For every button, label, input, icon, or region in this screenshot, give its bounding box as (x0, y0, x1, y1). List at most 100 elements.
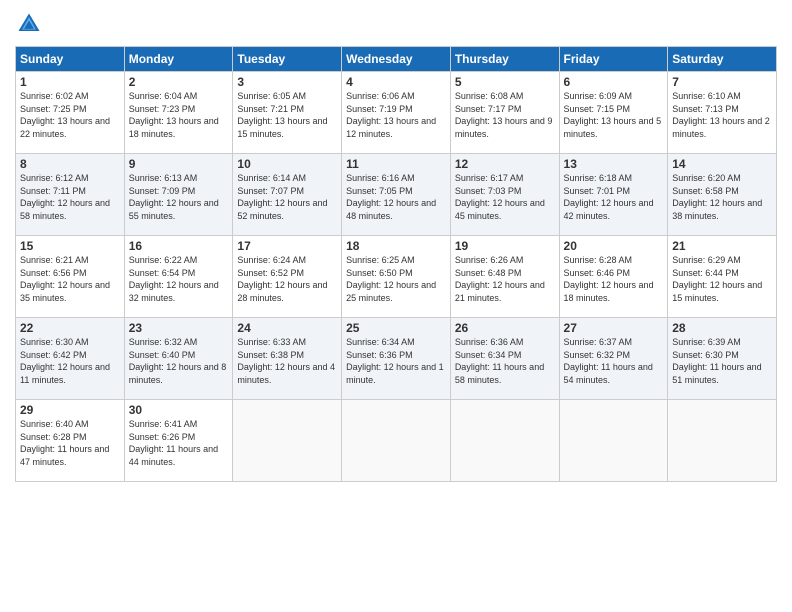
day-info: Sunrise: 6:40 AMSunset: 6:28 PMDaylight:… (20, 419, 109, 467)
calendar-cell: 27 Sunrise: 6:37 AMSunset: 6:32 PMDaylig… (559, 318, 668, 400)
calendar-cell (668, 400, 777, 482)
day-number: 8 (20, 157, 120, 171)
calendar-cell: 12 Sunrise: 6:17 AMSunset: 7:03 PMDaylig… (450, 154, 559, 236)
day-number: 13 (564, 157, 664, 171)
day-info: Sunrise: 6:20 AMSunset: 6:58 PMDaylight:… (672, 173, 762, 221)
calendar-table: SundayMondayTuesdayWednesdayThursdayFrid… (15, 46, 777, 482)
day-number: 24 (237, 321, 337, 335)
day-number: 12 (455, 157, 555, 171)
calendar-cell: 13 Sunrise: 6:18 AMSunset: 7:01 PMDaylig… (559, 154, 668, 236)
day-number: 21 (672, 239, 772, 253)
day-info: Sunrise: 6:39 AMSunset: 6:30 PMDaylight:… (672, 337, 761, 385)
day-header-thursday: Thursday (450, 47, 559, 72)
calendar-cell: 15 Sunrise: 6:21 AMSunset: 6:56 PMDaylig… (16, 236, 125, 318)
day-info: Sunrise: 6:12 AMSunset: 7:11 PMDaylight:… (20, 173, 110, 221)
calendar-cell: 3 Sunrise: 6:05 AMSunset: 7:21 PMDayligh… (233, 72, 342, 154)
day-info: Sunrise: 6:24 AMSunset: 6:52 PMDaylight:… (237, 255, 327, 303)
day-header-friday: Friday (559, 47, 668, 72)
day-number: 23 (129, 321, 229, 335)
day-info: Sunrise: 6:29 AMSunset: 6:44 PMDaylight:… (672, 255, 762, 303)
calendar-cell: 5 Sunrise: 6:08 AMSunset: 7:17 PMDayligh… (450, 72, 559, 154)
day-number: 28 (672, 321, 772, 335)
day-info: Sunrise: 6:26 AMSunset: 6:48 PMDaylight:… (455, 255, 545, 303)
day-header-saturday: Saturday (668, 47, 777, 72)
calendar-cell: 14 Sunrise: 6:20 AMSunset: 6:58 PMDaylig… (668, 154, 777, 236)
calendar-cell: 7 Sunrise: 6:10 AMSunset: 7:13 PMDayligh… (668, 72, 777, 154)
day-info: Sunrise: 6:04 AMSunset: 7:23 PMDaylight:… (129, 91, 219, 139)
calendar-cell: 23 Sunrise: 6:32 AMSunset: 6:40 PMDaylig… (124, 318, 233, 400)
day-header-wednesday: Wednesday (342, 47, 451, 72)
day-info: Sunrise: 6:36 AMSunset: 6:34 PMDaylight:… (455, 337, 544, 385)
calendar-cell: 8 Sunrise: 6:12 AMSunset: 7:11 PMDayligh… (16, 154, 125, 236)
calendar-cell (342, 400, 451, 482)
day-number: 17 (237, 239, 337, 253)
day-info: Sunrise: 6:30 AMSunset: 6:42 PMDaylight:… (20, 337, 110, 385)
day-info: Sunrise: 6:08 AMSunset: 7:17 PMDaylight:… (455, 91, 553, 139)
week-row-5: 29 Sunrise: 6:40 AMSunset: 6:28 PMDaylig… (16, 400, 777, 482)
calendar-cell: 10 Sunrise: 6:14 AMSunset: 7:07 PMDaylig… (233, 154, 342, 236)
calendar-cell: 16 Sunrise: 6:22 AMSunset: 6:54 PMDaylig… (124, 236, 233, 318)
day-number: 22 (20, 321, 120, 335)
week-row-3: 15 Sunrise: 6:21 AMSunset: 6:56 PMDaylig… (16, 236, 777, 318)
day-number: 18 (346, 239, 446, 253)
day-info: Sunrise: 6:10 AMSunset: 7:13 PMDaylight:… (672, 91, 770, 139)
calendar-cell: 2 Sunrise: 6:04 AMSunset: 7:23 PMDayligh… (124, 72, 233, 154)
day-header-monday: Monday (124, 47, 233, 72)
week-row-4: 22 Sunrise: 6:30 AMSunset: 6:42 PMDaylig… (16, 318, 777, 400)
day-info: Sunrise: 6:16 AMSunset: 7:05 PMDaylight:… (346, 173, 436, 221)
day-number: 3 (237, 75, 337, 89)
day-number: 27 (564, 321, 664, 335)
calendar-cell: 25 Sunrise: 6:34 AMSunset: 6:36 PMDaylig… (342, 318, 451, 400)
calendar-cell: 28 Sunrise: 6:39 AMSunset: 6:30 PMDaylig… (668, 318, 777, 400)
calendar-cell: 9 Sunrise: 6:13 AMSunset: 7:09 PMDayligh… (124, 154, 233, 236)
day-number: 14 (672, 157, 772, 171)
day-number: 26 (455, 321, 555, 335)
calendar-cell: 22 Sunrise: 6:30 AMSunset: 6:42 PMDaylig… (16, 318, 125, 400)
day-header-sunday: Sunday (16, 47, 125, 72)
calendar-cell: 18 Sunrise: 6:25 AMSunset: 6:50 PMDaylig… (342, 236, 451, 318)
day-info: Sunrise: 6:33 AMSunset: 6:38 PMDaylight:… (237, 337, 335, 385)
calendar-cell: 29 Sunrise: 6:40 AMSunset: 6:28 PMDaylig… (16, 400, 125, 482)
header (15, 10, 777, 38)
calendar-cell: 1 Sunrise: 6:02 AMSunset: 7:25 PMDayligh… (16, 72, 125, 154)
day-info: Sunrise: 6:32 AMSunset: 6:40 PMDaylight:… (129, 337, 227, 385)
day-number: 30 (129, 403, 229, 417)
day-number: 9 (129, 157, 229, 171)
calendar-cell: 26 Sunrise: 6:36 AMSunset: 6:34 PMDaylig… (450, 318, 559, 400)
calendar-cell: 21 Sunrise: 6:29 AMSunset: 6:44 PMDaylig… (668, 236, 777, 318)
day-info: Sunrise: 6:14 AMSunset: 7:07 PMDaylight:… (237, 173, 327, 221)
day-info: Sunrise: 6:02 AMSunset: 7:25 PMDaylight:… (20, 91, 110, 139)
day-number: 10 (237, 157, 337, 171)
day-info: Sunrise: 6:22 AMSunset: 6:54 PMDaylight:… (129, 255, 219, 303)
day-number: 5 (455, 75, 555, 89)
calendar-cell: 24 Sunrise: 6:33 AMSunset: 6:38 PMDaylig… (233, 318, 342, 400)
page-container: SundayMondayTuesdayWednesdayThursdayFrid… (0, 0, 792, 492)
calendar-cell (233, 400, 342, 482)
day-info: Sunrise: 6:09 AMSunset: 7:15 PMDaylight:… (564, 91, 662, 139)
day-info: Sunrise: 6:28 AMSunset: 6:46 PMDaylight:… (564, 255, 654, 303)
day-number: 4 (346, 75, 446, 89)
day-info: Sunrise: 6:13 AMSunset: 7:09 PMDaylight:… (129, 173, 219, 221)
calendar-cell: 20 Sunrise: 6:28 AMSunset: 6:46 PMDaylig… (559, 236, 668, 318)
calendar-cell (559, 400, 668, 482)
week-row-2: 8 Sunrise: 6:12 AMSunset: 7:11 PMDayligh… (16, 154, 777, 236)
day-info: Sunrise: 6:06 AMSunset: 7:19 PMDaylight:… (346, 91, 436, 139)
day-info: Sunrise: 6:37 AMSunset: 6:32 PMDaylight:… (564, 337, 653, 385)
logo (15, 10, 47, 38)
day-number: 29 (20, 403, 120, 417)
day-number: 7 (672, 75, 772, 89)
calendar-cell: 4 Sunrise: 6:06 AMSunset: 7:19 PMDayligh… (342, 72, 451, 154)
header-row: SundayMondayTuesdayWednesdayThursdayFrid… (16, 47, 777, 72)
calendar-cell: 17 Sunrise: 6:24 AMSunset: 6:52 PMDaylig… (233, 236, 342, 318)
day-number: 20 (564, 239, 664, 253)
calendar-cell: 19 Sunrise: 6:26 AMSunset: 6:48 PMDaylig… (450, 236, 559, 318)
day-header-tuesday: Tuesday (233, 47, 342, 72)
day-info: Sunrise: 6:25 AMSunset: 6:50 PMDaylight:… (346, 255, 436, 303)
week-row-1: 1 Sunrise: 6:02 AMSunset: 7:25 PMDayligh… (16, 72, 777, 154)
calendar-cell (450, 400, 559, 482)
day-number: 15 (20, 239, 120, 253)
day-number: 11 (346, 157, 446, 171)
day-number: 6 (564, 75, 664, 89)
day-info: Sunrise: 6:41 AMSunset: 6:26 PMDaylight:… (129, 419, 218, 467)
day-number: 19 (455, 239, 555, 253)
